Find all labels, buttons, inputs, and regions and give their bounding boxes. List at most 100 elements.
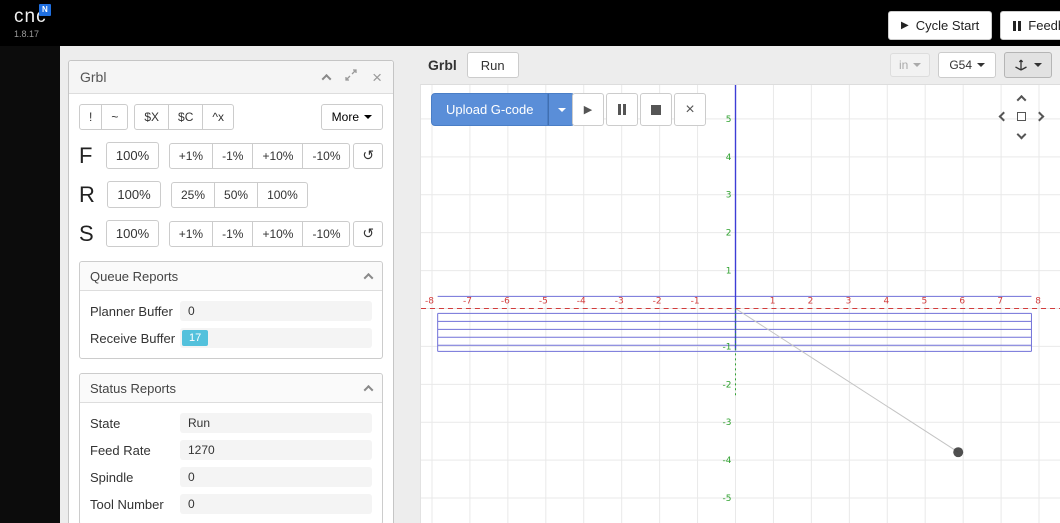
- feed-override-buttons: +1% -1% +10% -10%: [168, 142, 351, 169]
- cycle-resume-command-button[interactable]: ~: [101, 104, 129, 130]
- hold-resume-group: ! ~: [79, 104, 129, 130]
- chevron-right-icon: [1034, 111, 1044, 121]
- status-reports-body: State Run Feed Rate 1270 Spindle 0 Tool …: [80, 403, 382, 523]
- svg-text:2: 2: [726, 229, 732, 239]
- caret-down-icon: [977, 63, 985, 67]
- camera-mode-dropdown[interactable]: [1004, 52, 1052, 78]
- feed-plus10-button[interactable]: +10%: [252, 142, 304, 169]
- grbl-control-row: ! ~ $X $C ^x More: [79, 104, 383, 130]
- feedhold-command-button[interactable]: !: [79, 104, 103, 130]
- app-logo[interactable]: cnc N 1.8.17: [14, 4, 51, 39]
- spindle-minus10-button[interactable]: -10%: [302, 220, 351, 247]
- expand-widget-button[interactable]: [345, 68, 357, 86]
- upload-gcode-group: Upload G-code: [431, 93, 576, 126]
- gcode-transport-controls: ▶ ×: [572, 93, 706, 126]
- rapid-override-row: R 100% 25% 50% 100%: [79, 181, 383, 208]
- svg-text:1: 1: [726, 267, 732, 277]
- status-reports-header[interactable]: Status Reports: [80, 374, 382, 403]
- queue-reports-title: Queue Reports: [90, 268, 179, 284]
- spindle-minus1-button[interactable]: -1%: [212, 220, 254, 247]
- feed-minus1-button[interactable]: -1%: [212, 142, 254, 169]
- svg-text:-3: -3: [723, 418, 732, 428]
- cycle-start-button[interactable]: ▶ Cycle Start: [888, 11, 993, 40]
- pause-gcode-button[interactable]: [606, 93, 638, 126]
- svg-text:-1: -1: [723, 342, 732, 352]
- play-icon: ▶: [901, 20, 909, 31]
- pan-down-button[interactable]: [1012, 125, 1030, 143]
- tool-number-row: Tool Number 0: [90, 494, 372, 514]
- feed-rate-row: Feed Rate 1270: [90, 440, 372, 460]
- spindle-value: 0: [180, 467, 372, 487]
- feed-plus1-button[interactable]: +1%: [168, 142, 214, 169]
- chevron-up-icon: [363, 384, 374, 395]
- grbl-widget: Grbl × ! ~ $X $C ^x More F 100% +1% -1% …: [68, 60, 394, 523]
- rapid-override-buttons: 25% 50% 100%: [171, 181, 308, 208]
- stop-gcode-button[interactable]: [640, 93, 672, 126]
- caret-down-icon: [364, 115, 372, 119]
- pan-right-button[interactable]: [1030, 107, 1048, 125]
- queue-reports-body: Planner Buffer 0 Receive Buffer 17: [80, 291, 382, 358]
- pan-center-button[interactable]: [1012, 107, 1030, 125]
- queue-reports-header[interactable]: Queue Reports: [80, 262, 382, 291]
- upload-gcode-button[interactable]: Upload G-code: [431, 93, 549, 126]
- svg-text:3: 3: [726, 191, 732, 201]
- svg-text:-4: -4: [723, 456, 732, 466]
- feed-rate-value: 1270: [180, 440, 372, 460]
- spindle-override-value: 100%: [106, 220, 159, 247]
- units-label: in: [898, 58, 909, 72]
- receive-buffer-value: 17: [180, 328, 372, 348]
- feedhold-button[interactable]: Feedhold: [1000, 11, 1060, 40]
- close-widget-button[interactable]: ×: [372, 69, 382, 86]
- svg-text:6: 6: [959, 297, 965, 307]
- caret-down-icon: [557, 107, 566, 112]
- widget-header-icons: ×: [321, 68, 382, 86]
- svg-text:-8: -8: [425, 297, 434, 307]
- undo-icon: ↺: [362, 225, 375, 241]
- chevron-up-icon: [321, 73, 332, 84]
- pause-icon: [618, 104, 626, 115]
- spindle-override-reset-button[interactable]: ↺: [353, 220, 383, 247]
- collapse-widget-button[interactable]: [321, 68, 332, 86]
- spindle-plus10-button[interactable]: +10%: [252, 220, 304, 247]
- visualizer-canvas-area: -8 -7 -6 -5 -4 -3 -2 -1 1 2 3 4 5 6 7 8 5 4 3 2 1 -1 -2 -3 -4 -5 …: [420, 84, 1060, 523]
- visualizer-canvas[interactable]: -8 -7 -6 -5 -4 -3 -2 -1 1 2 3 4 5 6 7 8 5 4 3 2 1 -1 -2 -3 -4 -5: [421, 85, 1060, 523]
- status-reports-title: Status Reports: [90, 380, 176, 396]
- left-sidebar: [0, 46, 60, 523]
- check-mode-button[interactable]: $C: [168, 104, 204, 130]
- visualizer-header-controls: in G54: [889, 52, 1052, 78]
- planner-buffer-value: 0: [180, 301, 372, 321]
- topbar: cnc N 1.8.17 ▶ Cycle Start Feedhold: [0, 0, 1060, 46]
- rapid-50-button[interactable]: 50%: [214, 181, 259, 208]
- visualizer-panel: Grbl Run in G54 -8 -7 -6 -5 -4 -3 -2 -1 1 2 3 4 5 6 7 8…: [420, 46, 1060, 523]
- wcs-dropdown[interactable]: G54: [938, 52, 996, 78]
- soft-reset-button[interactable]: ^x: [202, 104, 235, 130]
- rapid-25-button[interactable]: 25%: [171, 181, 216, 208]
- svg-text:-3: -3: [615, 297, 624, 307]
- svg-text:7: 7: [997, 297, 1003, 307]
- rapid-100-button[interactable]: 100%: [257, 181, 308, 208]
- logo-badge: N: [39, 4, 51, 16]
- topbar-actions: ▶ Cycle Start Feedhold: [888, 11, 1060, 40]
- undo-icon: ↺: [362, 147, 375, 163]
- grbl-widget-header: Grbl ×: [69, 61, 393, 94]
- wcs-label: G54: [949, 58, 972, 72]
- machine-state-button[interactable]: Run: [466, 52, 519, 78]
- svg-text:8: 8: [1035, 297, 1041, 307]
- pan-up-button[interactable]: [1012, 89, 1030, 107]
- units-dropdown[interactable]: in: [889, 53, 931, 77]
- feed-override-reset-button[interactable]: ↺: [353, 142, 383, 169]
- grbl-widget-body: ! ~ $X $C ^x More F 100% +1% -1% +10% -1…: [69, 94, 393, 523]
- more-label: More: [331, 110, 359, 124]
- chevron-down-icon: [1016, 129, 1026, 139]
- spindle-plus1-button[interactable]: +1%: [168, 220, 214, 247]
- more-dropdown-button[interactable]: More: [320, 104, 383, 130]
- rapid-override-value: 100%: [107, 181, 161, 208]
- feed-minus10-button[interactable]: -10%: [302, 142, 351, 169]
- spindle-override-row: S 100% +1% -1% +10% -10% ↺: [79, 220, 383, 247]
- run-gcode-button[interactable]: ▶: [572, 93, 604, 126]
- spindle-override-buttons: +1% -1% +10% -10%: [168, 220, 351, 247]
- pan-left-button[interactable]: [994, 107, 1012, 125]
- tool-number-value: 0: [180, 494, 372, 514]
- kill-alarm-button[interactable]: $X: [134, 104, 170, 130]
- close-gcode-button[interactable]: ×: [674, 93, 706, 126]
